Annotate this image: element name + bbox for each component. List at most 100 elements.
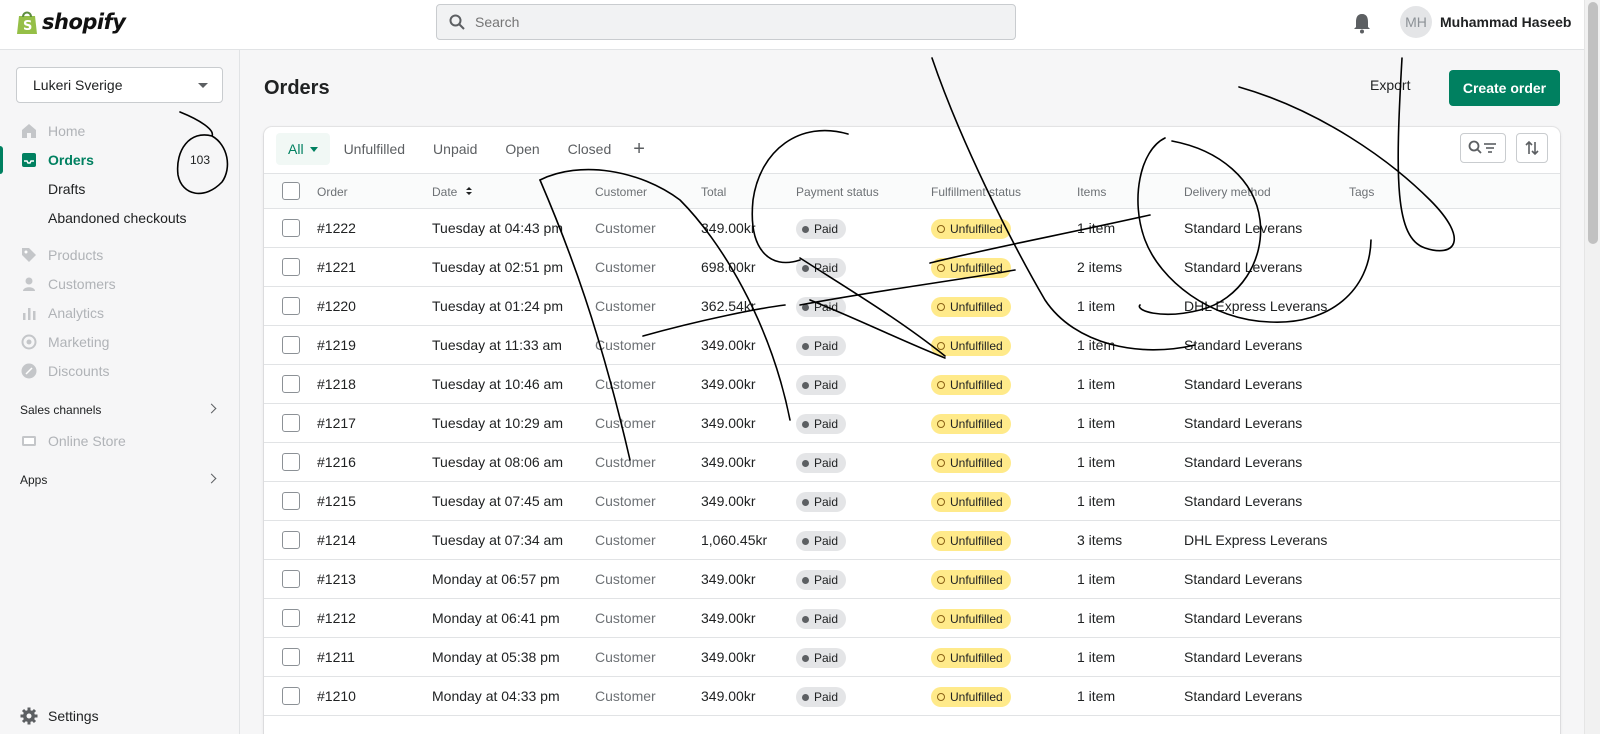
item-count[interactable]: 1 item xyxy=(1077,220,1115,236)
search-bar[interactable] xyxy=(436,4,1016,40)
item-count[interactable]: 1 item xyxy=(1077,337,1115,353)
order-number[interactable]: #1220 xyxy=(317,298,356,314)
sidebar-item-abandoned-checkouts[interactable]: Abandoned checkouts xyxy=(0,204,240,232)
table-row[interactable]: #1211 Monday at 05:38 pm Customer 349.00kr P… xyxy=(264,638,1560,677)
customer-name: Customer xyxy=(595,259,656,275)
header-tags[interactable]: Tags xyxy=(1349,185,1374,199)
header-date[interactable]: Date xyxy=(432,185,473,199)
bell-icon[interactable] xyxy=(1352,12,1372,34)
header-payment-status[interactable]: Payment status xyxy=(796,185,879,199)
tab-closed[interactable]: Closed xyxy=(554,133,626,165)
chevron-right-icon[interactable] xyxy=(206,473,217,484)
order-number[interactable]: #1218 xyxy=(317,376,356,392)
avatar[interactable]: MH xyxy=(1400,6,1432,38)
header-total[interactable]: Total xyxy=(701,185,726,199)
table-row[interactable]: #1212 Monday at 06:41 pm Customer 349.00kr P… xyxy=(264,599,1560,638)
table-row[interactable]: #1214 Tuesday at 07:34 am Customer 1,060.45… xyxy=(264,521,1560,560)
table-row[interactable]: #1219 Tuesday at 11:33 am Customer 349.00kr… xyxy=(264,326,1560,365)
item-count[interactable]: 2 items xyxy=(1077,259,1122,275)
item-count[interactable]: 1 item xyxy=(1077,454,1115,470)
row-checkbox[interactable] xyxy=(282,648,300,666)
order-number[interactable]: #1216 xyxy=(317,454,356,470)
item-count[interactable]: 1 item xyxy=(1077,688,1115,704)
person-icon xyxy=(20,275,38,293)
item-count[interactable]: 1 item xyxy=(1077,298,1115,314)
item-count[interactable]: 1 item xyxy=(1077,376,1115,392)
row-checkbox[interactable] xyxy=(282,414,300,432)
item-count[interactable]: 1 item xyxy=(1077,610,1115,626)
row-checkbox[interactable] xyxy=(282,531,300,549)
search-input[interactable] xyxy=(475,14,995,30)
badge-label: Paid xyxy=(814,378,839,392)
item-count[interactable]: 1 item xyxy=(1077,571,1115,587)
order-number[interactable]: #1217 xyxy=(317,415,356,431)
sidebar-item-online-store[interactable]: Online Store xyxy=(0,427,240,455)
table-row[interactable]: #1221 Tuesday at 02:51 pm Customer 698.00kr… xyxy=(264,248,1560,287)
sidebar-item-customers[interactable]: Customers xyxy=(0,270,240,298)
table-row[interactable]: #1218 Tuesday at 10:46 am Customer 349.00kr… xyxy=(264,365,1560,404)
sidebar-item-discounts[interactable]: Discounts xyxy=(0,357,240,385)
table-row[interactable]: #1222 Tuesday at 04:43 pm Customer 349.00kr… xyxy=(264,209,1560,248)
sidebar-item-analytics[interactable]: Analytics xyxy=(0,299,240,327)
tab-all[interactable]: All xyxy=(276,133,330,165)
user-name[interactable]: Muhammad Haseeb xyxy=(1440,14,1571,30)
order-number[interactable]: #1221 xyxy=(317,259,356,275)
order-number[interactable]: #1214 xyxy=(317,532,356,548)
tab-open[interactable]: Open xyxy=(491,133,553,165)
search-filter-button[interactable] xyxy=(1460,133,1506,163)
tab-unpaid[interactable]: Unpaid xyxy=(419,133,491,165)
table-row[interactable]: #1210 Monday at 04:33 pm Customer 349.00kr P… xyxy=(264,677,1560,716)
row-checkbox[interactable] xyxy=(282,453,300,471)
store-selector[interactable]: Lukeri Sverige xyxy=(16,67,223,103)
row-checkbox[interactable] xyxy=(282,258,300,276)
item-count[interactable]: 1 item xyxy=(1077,649,1115,665)
table-row[interactable]: #1220 Tuesday at 01:24 pm Customer 362.54kr… xyxy=(264,287,1560,326)
table-row[interactable]: #1217 Tuesday at 10:29 am Customer 349.00kr… xyxy=(264,404,1560,443)
create-order-button[interactable]: Create order xyxy=(1449,70,1560,106)
row-checkbox[interactable] xyxy=(282,219,300,237)
row-checkbox[interactable] xyxy=(282,297,300,315)
order-number[interactable]: #1213 xyxy=(317,571,356,587)
row-checkbox[interactable] xyxy=(282,492,300,510)
row-checkbox[interactable] xyxy=(282,687,300,705)
select-all-checkbox[interactable] xyxy=(282,182,300,200)
header-customer[interactable]: Customer xyxy=(595,185,647,199)
sidebar-item-marketing[interactable]: Marketing xyxy=(0,328,240,356)
row-checkbox[interactable] xyxy=(282,375,300,393)
status-dot-icon xyxy=(802,420,809,428)
row-checkbox[interactable] xyxy=(282,609,300,627)
tab-unfulfilled[interactable]: Unfulfilled xyxy=(330,133,419,165)
sort-button[interactable] xyxy=(1516,133,1548,163)
table-row[interactable]: #1213 Monday at 06:57 pm Customer 349.00kr P… xyxy=(264,560,1560,599)
sidebar-item-settings[interactable]: Settings xyxy=(20,707,99,725)
fulfillment-status-badge: Unfulfilled xyxy=(931,414,1011,434)
row-checkbox[interactable] xyxy=(282,570,300,588)
order-number[interactable]: #1211 xyxy=(317,649,355,665)
item-count[interactable]: 1 item xyxy=(1077,493,1115,509)
order-number[interactable]: #1210 xyxy=(317,688,356,704)
header-delivery-method[interactable]: Delivery method xyxy=(1184,185,1271,199)
table-row[interactable]: #1216 Tuesday at 08:06 am Customer 349.00kr… xyxy=(264,443,1560,482)
sidebar-item-products[interactable]: Products xyxy=(0,241,240,269)
table-row[interactable]: #1215 Tuesday at 07:45 am Customer 349.00kr… xyxy=(264,482,1560,521)
header-items[interactable]: Items xyxy=(1077,185,1106,199)
item-count[interactable]: 1 item xyxy=(1077,415,1115,431)
page-scrollbar[interactable] xyxy=(1584,0,1600,734)
shopify-logo[interactable]: S shopify xyxy=(16,9,126,35)
export-button[interactable]: Export xyxy=(1370,77,1410,93)
sidebar-item-orders[interactable]: Orders 103 xyxy=(0,146,240,174)
sidebar-item-drafts[interactable]: Drafts xyxy=(0,175,240,203)
order-number[interactable]: #1222 xyxy=(317,220,356,236)
add-view-icon[interactable]: + xyxy=(625,138,653,161)
order-number[interactable]: #1212 xyxy=(317,610,356,626)
item-count[interactable]: 3 items xyxy=(1077,532,1122,548)
scrollbar-thumb[interactable] xyxy=(1588,2,1598,244)
order-number[interactable]: #1219 xyxy=(317,337,356,353)
header-fulfillment-status[interactable]: Fulfillment status xyxy=(931,185,1021,199)
chevron-right-icon[interactable] xyxy=(206,403,217,414)
row-checkbox[interactable] xyxy=(282,336,300,354)
top-bar: S shopify MH Muhammad Haseeb xyxy=(0,0,1600,50)
order-number[interactable]: #1215 xyxy=(317,493,356,509)
header-order[interactable]: Order xyxy=(317,185,348,199)
sidebar-item-home[interactable]: Home xyxy=(0,117,240,145)
